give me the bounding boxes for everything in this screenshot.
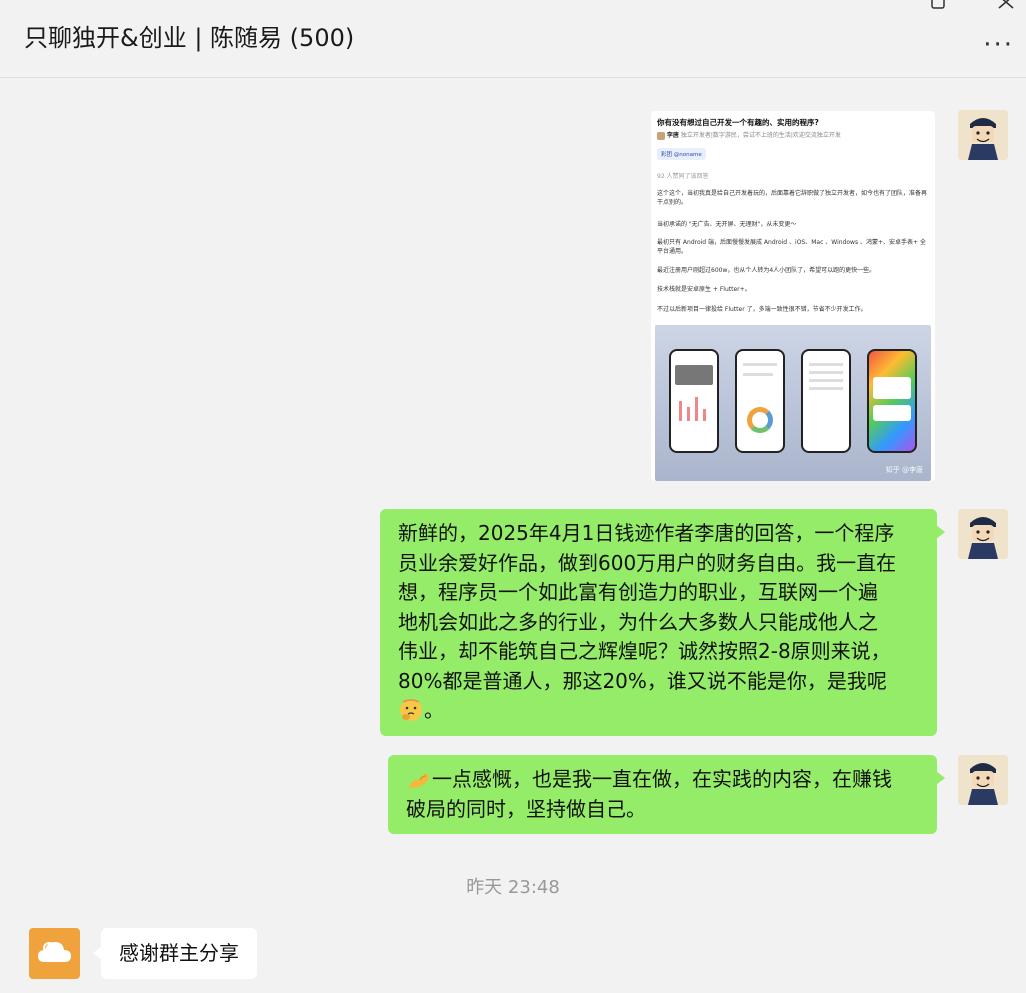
phone-mockup xyxy=(801,349,851,453)
phone-mockup xyxy=(735,349,785,453)
message-line: 新鲜的，2025年4月1日钱迹作者李唐的回答，一个程序 xyxy=(398,521,895,545)
image-tag: 彩团 @noname xyxy=(657,148,706,160)
thinking-face-icon xyxy=(398,697,424,723)
flexed-arm-icon xyxy=(406,766,432,792)
app-screenshots: 知乎 @李唐 xyxy=(655,325,931,481)
message-text: 一点感慨，也是我一直在做，在实践的内容，在赚钱 xyxy=(432,767,892,791)
restore-icon[interactable] xyxy=(930,0,946,15)
message-line: 。 xyxy=(398,696,919,726)
image-watermark: 知乎 @李唐 xyxy=(885,466,923,474)
image-paragraph: 当初承诺的 "无广告、无开屏、无理财"，从未变更～ xyxy=(657,221,797,228)
timestamp: 昨天 23:48 xyxy=(466,877,560,898)
self-avatar[interactable] xyxy=(958,509,1008,559)
image-upvotes: 92 人赞同了该回答 xyxy=(657,173,709,180)
image-author: 李唐 独立开发者|数字游民，尝试不上班的生活|欢迎交流独立开发 xyxy=(657,130,929,140)
author-avatar xyxy=(657,131,665,140)
more-options-button[interactable]: ··· xyxy=(983,30,1014,60)
message-line: 想，程序员一个如此富有创造力的职业，互联网一个遍 xyxy=(398,580,878,604)
image-paragraph: 最近注册用户刚超过600w，也从个人转为4人小团队了，希望可以跑的更快一些。 xyxy=(657,267,876,274)
phone-mockup xyxy=(669,349,719,453)
title-bar: 只聊独开&创业 | 陈随易 (500) ··· xyxy=(0,0,1026,78)
image-paragraph: 这个这个，当初我真是给自己开发着玩的，后面靠着它辞职做了独立开发者，如今也有了团… xyxy=(657,190,928,206)
phone-mockup xyxy=(867,349,917,453)
image-paragraph: 最初只有 Android 端，后面慢慢发展成 Android 、iOS、Mac … xyxy=(657,239,926,255)
author-name: 李唐 xyxy=(666,132,679,139)
message-bubble[interactable]: 新鲜的，2025年4月1日钱迹作者李唐的回答，一个程序 员业余爱好作品，做到60… xyxy=(380,509,945,736)
message-line: 伟业，却不能筑自己之辉煌呢？诚然按照2-8原则来说， xyxy=(398,639,891,663)
image-paragraph: 技术栈就是安卓原生 + Flutter+。 xyxy=(657,286,751,293)
message-tail: 。 xyxy=(424,698,444,722)
chat-title: 只聊独开&创业 | 陈随易 (500) xyxy=(24,24,355,52)
cloud-icon xyxy=(38,942,71,962)
message-line: 80%都是普通人，那这20%，谁又说不能是你，是我呢 xyxy=(398,668,887,693)
self-avatar[interactable] xyxy=(958,110,1008,160)
author-desc: 独立开发者|数字游民，尝试不上班的生活|欢迎交流独立开发 xyxy=(680,132,841,139)
message-line: 破局的同时，坚持做自己。 xyxy=(406,796,646,821)
reply-bubble[interactable]: 感谢群主分享 xyxy=(93,928,257,979)
other-avatar[interactable] xyxy=(29,928,80,979)
image-message[interactable]: 你有没有想过自己开发一个有趣的、实用的程序? 李唐 独立开发者|数字游民，尝试不… xyxy=(651,111,935,481)
close-icon[interactable] xyxy=(997,0,1015,15)
message-line: 地机会如此之多的行业，为什么大多数人只能成他人之 xyxy=(398,609,878,634)
message-bubble[interactable]: 一点感慨，也是我一直在做，在实践的内容，在赚钱 破局的同时，坚持做自己。 xyxy=(388,755,945,834)
message-line: 员业余爱好作品，做到600万用户的财务自由。我一直在 xyxy=(398,550,897,575)
self-avatar[interactable] xyxy=(958,755,1008,805)
image-paragraph: 不过以后新项目一律投给 Flutter 了，多端一致性很不错，节省不少开发工作。 xyxy=(657,306,867,313)
image-question: 你有没有想过自己开发一个有趣的、实用的程序? xyxy=(657,118,819,127)
message-line: 一点感慨，也是我一直在做，在实践的内容，在赚钱 xyxy=(406,765,919,795)
